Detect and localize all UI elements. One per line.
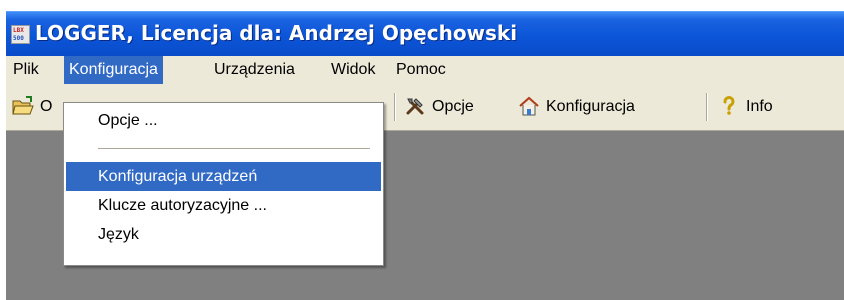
menu-bar: Plik Konfiguracja Urządzenia Widok Pomoc — [6, 56, 844, 84]
toolbar-separator — [394, 93, 396, 121]
toolbar-info-button[interactable]: Info — [718, 84, 773, 130]
toolbar-separator — [706, 93, 708, 121]
toolbar-config-label: Konfiguracja — [546, 98, 635, 115]
app-logo-icon: LBX 500 — [11, 25, 30, 44]
help-question-icon — [723, 95, 735, 115]
open-button-label: O — [40, 98, 53, 115]
menu-separator — [98, 148, 370, 150]
window-title: LOGGER, Licencja dla: Andrzej Opęchowski — [35, 21, 518, 45]
open-button[interactable]: O — [12, 84, 52, 130]
menu-konfiguracja[interactable]: Konfiguracja — [64, 56, 163, 84]
app-logo-text-top: LBX — [13, 27, 24, 34]
toolbar-options-button[interactable]: Opcje — [404, 84, 474, 130]
menu-option-konfiguracja-urzadzen[interactable]: Konfiguracja urządzeń — [66, 162, 381, 191]
menu-widok[interactable]: Widok — [326, 56, 380, 84]
menu-option-jezyk[interactable]: Język — [66, 220, 381, 249]
menu-plik[interactable]: Plik — [8, 56, 44, 84]
toolbar-info-label: Info — [746, 98, 773, 115]
menu-option-opcje[interactable]: Opcje ... — [66, 106, 381, 135]
menu-urzadzenia[interactable]: Urządzenia — [209, 56, 300, 84]
menu-option-klucze-autoryzacyjne[interactable]: Klucze autoryzacyjne ... — [66, 191, 381, 220]
tools-icon — [406, 98, 424, 115]
title-bar[interactable]: LBX 500 LOGGER, Licencja dla: Andrzej Op… — [6, 11, 844, 56]
konfiguracja-dropdown-menu: Opcje ... Konfiguracja urządzeń Klucze a… — [63, 102, 384, 266]
toolbar-config-button[interactable]: Konfiguracja — [518, 84, 635, 130]
open-folder-icon — [12, 95, 34, 115]
app-logo-text-bottom: 500 — [13, 35, 24, 42]
toolbar-options-label: Opcje — [432, 98, 474, 115]
app-window: LBX 500 LOGGER, Licencja dla: Andrzej Op… — [6, 11, 844, 300]
home-icon — [519, 96, 539, 116]
menu-pomoc[interactable]: Pomoc — [391, 56, 451, 84]
